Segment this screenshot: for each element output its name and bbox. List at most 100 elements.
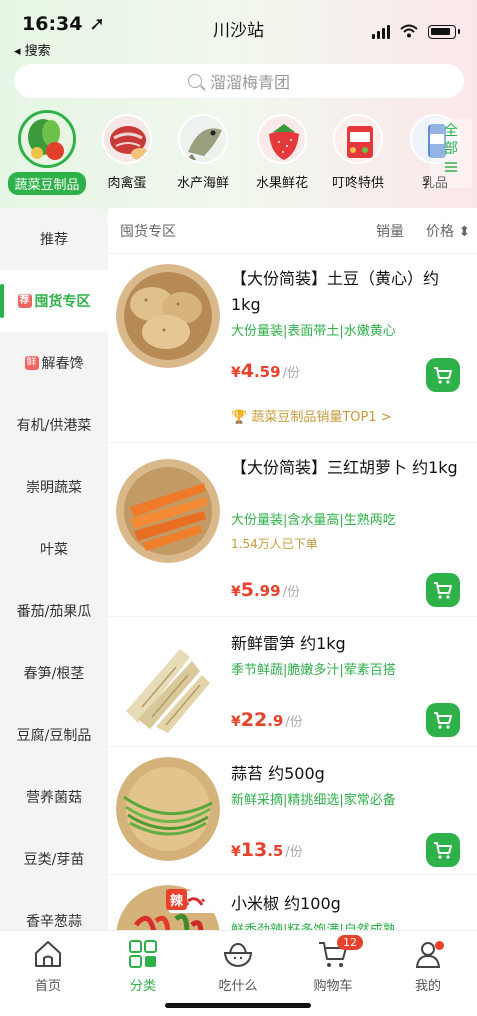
sidebar-item-spring[interactable]: 鲜解春馋 (0, 332, 108, 394)
home-indicator (165, 1003, 311, 1008)
sidebar-item-stockup[interactable]: 荐囤货专区 (0, 270, 108, 332)
category-seafood[interactable]: 水产海鲜 (160, 108, 246, 191)
sidebar-item-label: 崇明蔬菜 (26, 480, 82, 496)
sidebar-item-leafy[interactable]: 叶菜 (0, 518, 108, 580)
product-name: 小米椒 约100g (231, 894, 341, 913)
sidebar-item-label: 解春馋 (41, 356, 84, 372)
cart-icon (434, 712, 452, 729)
status-bar: 16:34 ➚ ◂ 搜索 川沙站 (0, 0, 477, 59)
signal-icon (372, 25, 392, 39)
back-to-search-link[interactable]: ◂ 搜索 (14, 40, 51, 59)
add-to-cart-button[interactable] (426, 573, 460, 607)
sidebar-item-label: 囤货专区 (34, 294, 91, 310)
sidebar-item-label: 有机/供港菜 (16, 418, 92, 434)
product-tags: 大份量装|含水量高|生熟两吃 (231, 513, 396, 528)
product-card[interactable]: 蒜苔 约500g 新鲜采摘|精挑细选|家常必备 ¥13.5/份 (108, 747, 477, 875)
sidebar-item-label: 推荐 (40, 232, 68, 248)
sidebar-item-recommend[interactable]: 推荐 (0, 208, 108, 270)
vegetables-image (18, 110, 76, 168)
product-card[interactable]: 新鲜雷笋 约1kg 季节鲜蔬|脆嫩多汁|荤素百搭 ¥22.9/份 (108, 617, 477, 747)
sidebar-item-label: 香辛葱蒜 (26, 914, 82, 930)
product-name: 新鲜雷笋 约1kg (231, 634, 346, 653)
notification-dot (435, 941, 444, 950)
category-label: 叮咚特供 (331, 176, 384, 191)
category-label: 蔬菜豆制品 (8, 172, 86, 195)
sales-rank-link[interactable]: 🏆 蔬菜豆制品销量TOP1 > (231, 406, 392, 425)
orders-count: 1.54万人已下单 (231, 537, 318, 551)
cart-icon (434, 842, 452, 859)
product-tags: 新鲜采摘|精挑细选|家常必备 (231, 793, 396, 808)
category-fruit-flowers[interactable]: 水果鲜花 (239, 108, 325, 191)
garlic-scape-image (116, 757, 220, 861)
carrot-image (116, 459, 220, 563)
add-to-cart-button[interactable] (426, 358, 460, 392)
tab-what-to-eat[interactable]: 吃什么 (190, 939, 286, 994)
product-name: 蒜苔 约500g (231, 764, 325, 783)
sidebar-item-tofu[interactable]: 豆腐/豆制品 (0, 704, 108, 766)
tab-cart[interactable]: 12 购物车 (285, 935, 381, 994)
sidebar-item-chongming[interactable]: 崇明蔬菜 (0, 456, 108, 518)
sidebar-item-label: 春笋/根茎 (23, 666, 85, 682)
category-vegetables[interactable]: 蔬菜豆制品 (4, 108, 90, 195)
battery-icon (428, 25, 460, 39)
category-strip: 蔬菜豆制品 肉禽蛋 水产海鲜 水果鲜花 叮咚特供 乳品 (0, 108, 477, 208)
product-card[interactable]: 【大份简装】土豆（黄心）约1kg 大份量装|表面带土|水嫩黄心 ¥4.59/份 … (108, 254, 477, 443)
product-tags: 大份量装|表面带土|水嫩黄心 (231, 324, 396, 339)
product-price: ¥5.99/份 (231, 579, 300, 601)
subcategory-sidebar: 推荐 荐囤货专区 鲜解春馋 有机/供港菜 崇明蔬菜 叶菜 番茄/茄果瓜 春笋/根… (0, 208, 108, 930)
tab-category[interactable]: 分类 (95, 939, 191, 994)
meat-image (102, 114, 152, 164)
all-categories-button[interactable]: 全部 (430, 118, 472, 188)
tab-label: 我的 (414, 979, 441, 994)
recommend-tag-icon: 荐 (17, 294, 32, 308)
category-dingdong-special[interactable]: 叮咚特供 (315, 108, 401, 191)
cart-icon (434, 582, 452, 599)
sidebar-item-bamboo-roots[interactable]: 春笋/根茎 (0, 642, 108, 704)
tab-home[interactable]: 首页 (0, 939, 96, 994)
product-list-panel: 囤货专区 销量 价格 ⬍ 【大份简装】土豆（黄心）约1kg 大份量装|表面带土|… (108, 208, 477, 930)
section-title: 囤货专区 (120, 223, 176, 240)
product-name: 【大份简装】三红胡萝卜 约1kg (231, 458, 458, 477)
category-meat-eggs[interactable]: 肉禽蛋 (84, 108, 170, 191)
strawberry-image (257, 114, 307, 164)
fresh-tag-icon: 鲜 (24, 356, 39, 370)
sidebar-item-label: 豆腐/豆制品 (16, 728, 92, 744)
product-tags: 季节鲜蔬|脆嫩多汁|荤素百搭 (231, 663, 396, 678)
bowl-icon (223, 942, 253, 968)
search-input[interactable]: 溜溜梅青团 (14, 64, 464, 98)
tab-me[interactable]: 我的 (380, 939, 476, 994)
category-label: 肉禽蛋 (107, 176, 147, 191)
product-price: ¥22.9/份 (231, 709, 303, 731)
cart-icon (434, 367, 452, 384)
sidebar-item-label: 叶菜 (40, 542, 68, 558)
add-to-cart-button[interactable] (426, 833, 460, 867)
sidebar-item-spices[interactable]: 香辛葱蒜 (0, 890, 108, 930)
product-price: ¥4.59/份 (231, 360, 300, 382)
product-card[interactable]: 辣 小米椒 约100g 鲜香劲辣|籽多饱满|自然成熟 (108, 875, 477, 930)
sidebar-item-organic[interactable]: 有机/供港菜 (0, 394, 108, 456)
category-label: 水产海鲜 (176, 176, 229, 191)
sort-by-price-button[interactable]: 价格 ⬍ (426, 221, 470, 241)
filter-bar: 囤货专区 销量 价格 ⬍ (108, 208, 477, 254)
tab-label: 首页 (34, 979, 61, 994)
product-name: 【大份简装】土豆（黄心）约1kg (231, 269, 440, 314)
wifi-icon (400, 24, 418, 42)
sort-by-sales-button[interactable]: 销量 (376, 221, 404, 241)
search-placeholder: 溜溜梅青团 (209, 73, 290, 92)
tab-label: 分类 (129, 979, 156, 994)
cart-count-badge: 12 (337, 935, 363, 950)
tab-label: 吃什么 (218, 979, 258, 994)
sidebar-item-beans[interactable]: 豆类/芽苗 (0, 828, 108, 890)
tab-label: 购物车 (313, 979, 353, 994)
home-icon (35, 941, 61, 967)
grid-icon (129, 940, 157, 968)
add-to-cart-button[interactable] (426, 703, 460, 737)
spicy-badge: 辣 (166, 889, 188, 910)
product-tags: 鲜香劲辣|籽多饱满|自然成熟 (231, 919, 396, 930)
sidebar-item-label: 番茄/茄果瓜 (16, 604, 92, 620)
product-card[interactable]: 【大份简装】三红胡萝卜 约1kg 大份量装|含水量高|生熟两吃 1.54万人已下… (108, 443, 477, 617)
category-label: 水果鲜花 (255, 176, 308, 191)
sidebar-item-mushroom[interactable]: 营养菌菇 (0, 766, 108, 828)
all-categories-label: 全部 (444, 123, 458, 157)
sidebar-item-tomato[interactable]: 番茄/茄果瓜 (0, 580, 108, 642)
